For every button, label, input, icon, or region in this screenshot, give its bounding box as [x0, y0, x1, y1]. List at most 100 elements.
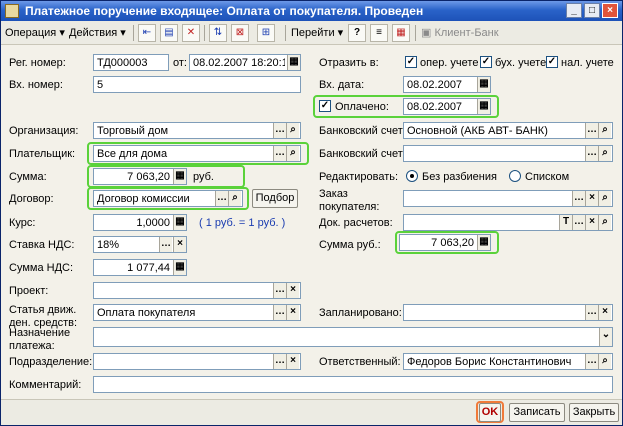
type-select-icon[interactable]: T	[559, 215, 572, 230]
settle-doc-field[interactable]: T … × ⌕	[403, 214, 613, 231]
reflect-tax-checkbox[interactable]: ✓	[546, 56, 558, 68]
date-from-field[interactable]: 08.02.2007 18:20:13 ▦	[189, 54, 301, 71]
cashflow-field[interactable]: Оплата покупателя … ×	[93, 304, 301, 321]
actions-menu-label: Действия	[69, 27, 118, 39]
vat-sum-value: 1 077,44	[127, 262, 170, 274]
goto-menu[interactable]: Перейти ▾	[291, 24, 343, 42]
minimize-button[interactable]: _	[566, 3, 582, 18]
select-ellipsis-icon[interactable]: …	[585, 146, 598, 161]
calculator-icon[interactable]: ▦	[173, 260, 186, 275]
clear-icon[interactable]: ×	[286, 283, 299, 298]
paid-date-field[interactable]: 08.02.2007 ▦	[403, 98, 491, 115]
in-number-field[interactable]: 5	[93, 76, 301, 93]
close-window-button[interactable]: ×	[602, 3, 618, 18]
clear-icon[interactable]: ×	[286, 305, 299, 320]
calendar-icon[interactable]: ▦	[287, 55, 300, 70]
document-icon	[5, 4, 19, 18]
clear-icon[interactable]: ×	[286, 354, 299, 369]
post-document-icon[interactable]: ⇅	[209, 24, 227, 42]
reflect-buh-label: бух. учете	[495, 57, 547, 69]
calendar-icon[interactable]: ▦	[477, 77, 490, 92]
bank-account-field[interactable]: Основной (АКБ АВТ- БАНК) … ⌕	[403, 122, 613, 139]
actions-menu[interactable]: Действия ▾	[69, 24, 126, 42]
select-ellipsis-icon[interactable]: …	[273, 123, 286, 138]
select-ellipsis-icon[interactable]: …	[585, 354, 598, 369]
operation-menu[interactable]: Операция ▾	[5, 24, 65, 42]
open-search-icon[interactable]: ⌕	[598, 146, 611, 161]
calculator-icon[interactable]: ▦	[173, 169, 186, 184]
dept-field[interactable]: … ×	[93, 353, 301, 370]
responsible-field[interactable]: Федоров Борис Константинович … ⌕	[403, 353, 613, 370]
journal-icon[interactable]: ≡	[370, 24, 388, 42]
clear-icon[interactable]: ×	[585, 215, 598, 230]
date-from-value: 08.02.2007 18:20:13	[193, 57, 285, 69]
open-search-icon[interactable]: ⌕	[598, 354, 611, 369]
select-ellipsis-icon[interactable]: …	[585, 123, 598, 138]
maximize-button[interactable]: □	[584, 3, 600, 18]
close-button[interactable]: Закрыть	[569, 403, 619, 422]
payer-field[interactable]: Все для дома … ⌕	[93, 145, 301, 162]
org-field[interactable]: Торговый дом … ⌕	[93, 122, 301, 139]
select-ellipsis-icon[interactable]: …	[585, 305, 598, 320]
clear-icon[interactable]: ×	[585, 191, 598, 206]
contract-field[interactable]: Договор комиссии … ⌕	[93, 190, 243, 207]
clear-icon[interactable]: ×	[173, 237, 186, 252]
structure-icon[interactable]: ⊞	[257, 24, 275, 42]
select-ellipsis-icon[interactable]: …	[273, 305, 286, 320]
copy-doc-icon[interactable]: ▤	[160, 24, 178, 42]
client-bank-button[interactable]: ▣ Клиент-Банк	[421, 24, 499, 42]
delete-icon[interactable]: ✕	[182, 24, 200, 42]
reg-number-field[interactable]: ТД000003	[93, 54, 169, 71]
comment-field[interactable]	[93, 376, 613, 393]
payer-bank-account-field[interactable]: … ⌕	[403, 145, 613, 162]
open-search-icon[interactable]: ⌕	[598, 123, 611, 138]
open-search-icon[interactable]: ⌕	[286, 123, 299, 138]
select-ellipsis-icon[interactable]: …	[159, 237, 172, 252]
select-ellipsis-icon[interactable]: …	[273, 354, 286, 369]
edit-no-split-radio[interactable]	[406, 170, 418, 182]
sum-rub-field[interactable]: 7 063,20 ▦	[399, 234, 491, 251]
purpose-field[interactable]: ⌄	[93, 327, 613, 347]
save-button[interactable]: Записать	[509, 403, 565, 422]
vat-sum-field[interactable]: 1 077,44 ▦	[93, 259, 187, 276]
move-first-icon[interactable]: ⇤	[138, 24, 156, 42]
edit-list-radio[interactable]	[509, 170, 521, 182]
select-button[interactable]: Подбор	[252, 189, 298, 208]
comment-label: Комментарий:	[9, 379, 82, 391]
paid-checkbox[interactable]: ✓	[319, 100, 331, 112]
select-ellipsis-icon[interactable]: …	[572, 215, 585, 230]
paid-date-value: 08.02.2007	[407, 101, 463, 113]
paid-label: Оплачено:	[335, 101, 389, 113]
reflect-oper-checkbox[interactable]: ✓	[405, 56, 417, 68]
calendar-icon[interactable]: ▦	[477, 99, 490, 114]
planned-field[interactable]: … ×	[403, 304, 613, 321]
toolbar-separator	[204, 25, 205, 41]
calculator-icon[interactable]: ▦	[477, 235, 490, 250]
open-search-icon[interactable]: ⌕	[598, 215, 611, 230]
open-search-icon[interactable]: ⌕	[598, 191, 611, 206]
sum-value: 7 063,20	[127, 171, 170, 183]
select-ellipsis-icon[interactable]: …	[215, 191, 228, 206]
select-ellipsis-icon[interactable]: …	[572, 191, 585, 206]
rate-value: 1,0000	[136, 217, 170, 229]
ok-button[interactable]: OK	[479, 403, 501, 422]
help-icon[interactable]: ?	[348, 24, 366, 42]
expand-icon[interactable]: ⌄	[599, 328, 612, 346]
buyer-order-field[interactable]: … × ⌕	[403, 190, 613, 207]
reflect-buh-checkbox[interactable]: ✓	[480, 56, 492, 68]
calculator-icon[interactable]: ▦	[392, 24, 410, 42]
clear-icon[interactable]: ×	[598, 305, 611, 320]
open-search-icon[interactable]: ⌕	[228, 191, 241, 206]
select-ellipsis-icon[interactable]: …	[273, 146, 286, 161]
cashflow-value: Оплата покупателя	[97, 307, 196, 319]
sum-field[interactable]: 7 063,20 ▦	[93, 168, 187, 185]
rate-field[interactable]: 1,0000 ▦	[93, 214, 187, 231]
payer-value: Все для дома	[97, 148, 168, 160]
in-date-field[interactable]: 08.02.2007 ▦	[403, 76, 491, 93]
unpost-document-icon[interactable]: ⊠	[231, 24, 249, 42]
calculator-icon[interactable]: ▦	[173, 215, 186, 230]
open-search-icon[interactable]: ⌕	[286, 146, 299, 161]
select-ellipsis-icon[interactable]: …	[273, 283, 286, 298]
project-field[interactable]: … ×	[93, 282, 301, 299]
vat-rate-field[interactable]: 18% … ×	[93, 236, 187, 253]
